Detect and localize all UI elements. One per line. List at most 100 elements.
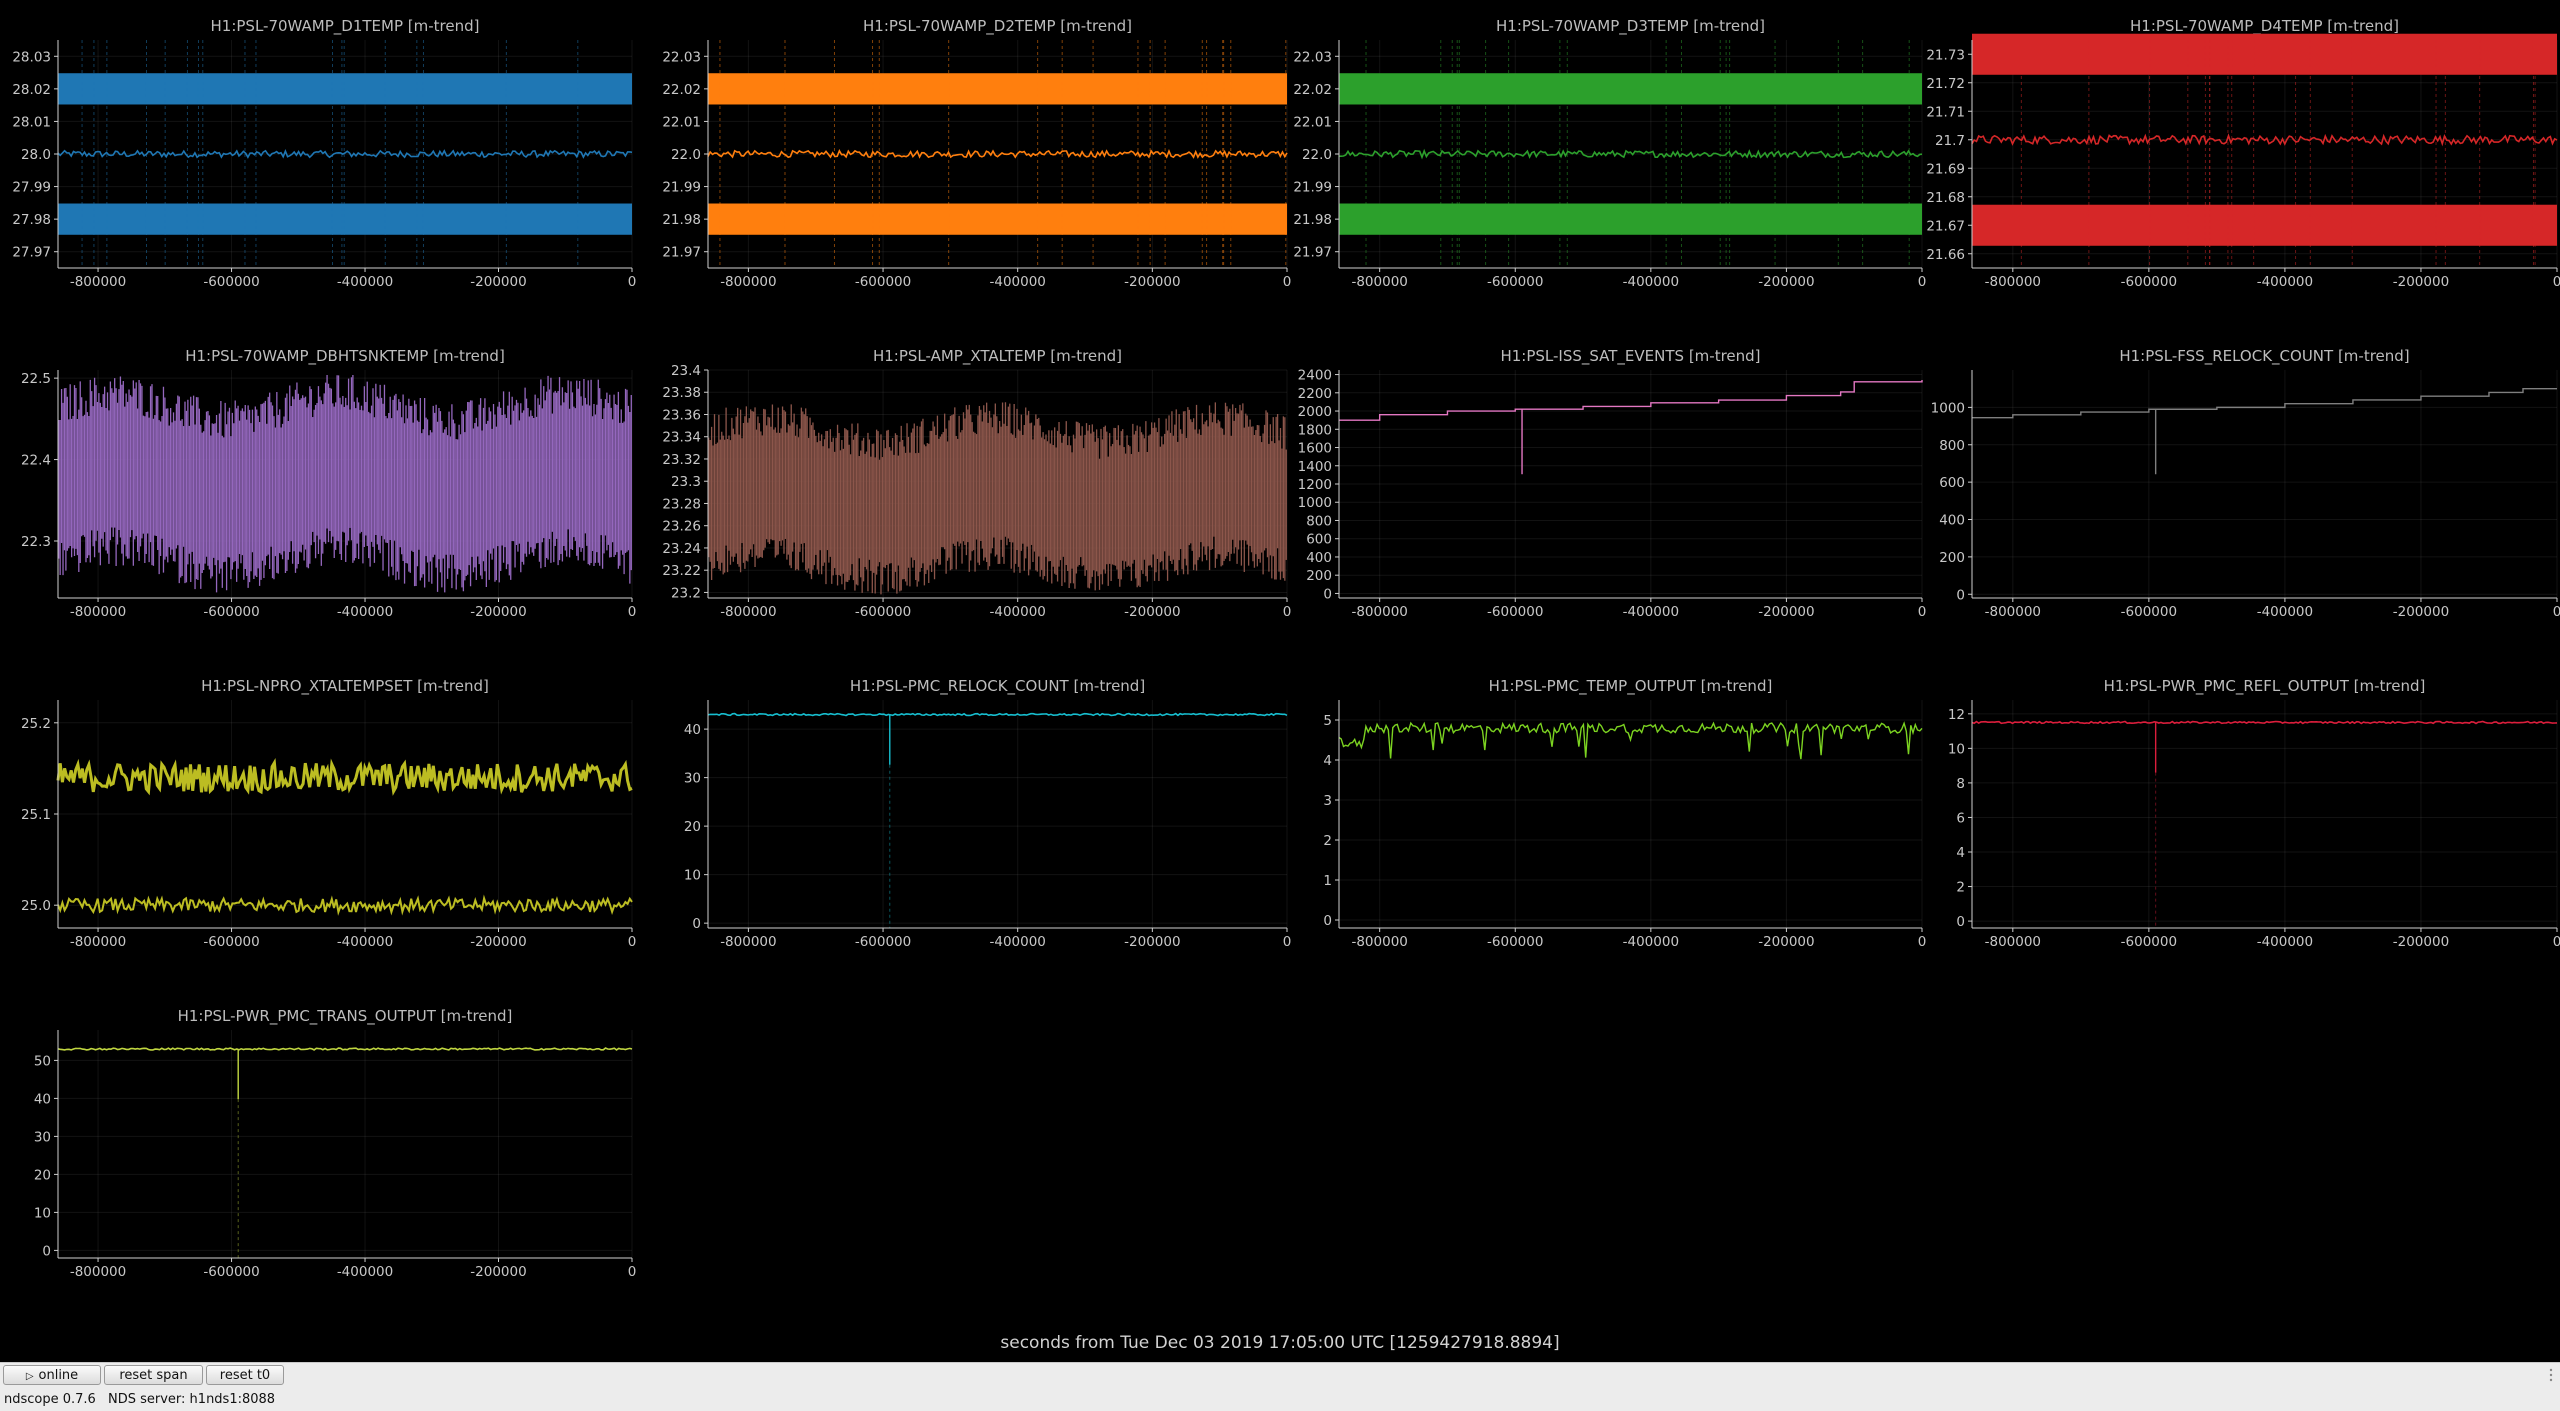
x-tick-label: 0	[628, 604, 637, 620]
plot-area[interactable]	[58, 1030, 632, 1258]
chart-panel[interactable]: H1:PSL-ISS_SAT_EVENTS [m-trend] 0 200 400 60…	[1295, 330, 1930, 648]
online-label: online	[38, 1368, 79, 1383]
y-tick-label: 400	[1306, 550, 1332, 566]
y-tick-label: 22.03	[662, 49, 701, 65]
x-tick-label: -400000	[2257, 274, 2313, 290]
x-tick-label: -400000	[989, 274, 1045, 290]
y-tick-label: 21.98	[1293, 212, 1332, 228]
x-tick-label: 0	[628, 1264, 637, 1280]
y-tick-label: 20	[684, 819, 701, 835]
chart-panel[interactable]: H1:PSL-AMP_XTALTEMP [m-trend] 23.2 23.22 23…	[660, 330, 1295, 648]
chart-panel[interactable]: H1:PSL-70WAMP_D3TEMP [m-trend] 21.97 21.98…	[1293, 0, 1930, 318]
reset-span-button[interactable]: reset span	[104, 1365, 203, 1385]
chart-panel[interactable]: H1:PSL-PWR_PMC_REFL_OUTPUT [m-trend] 0 2 4 6…	[1930, 660, 2560, 978]
plot-area[interactable]	[1972, 700, 2557, 928]
x-tick-label: -200000	[1758, 604, 1814, 620]
online-button[interactable]: ▷ online	[3, 1365, 101, 1385]
x-tick-label: -400000	[337, 604, 393, 620]
y-tick-label: 23.26	[662, 519, 701, 535]
x-tick-label: 0	[1918, 934, 1927, 950]
y-tick-label: 800	[1939, 438, 1965, 454]
chart-panel[interactable]: H1:PSL-70WAMP_D2TEMP [m-trend] 21.97 21.98…	[660, 0, 1295, 318]
y-tick-label: 23.28	[662, 496, 701, 512]
y-tick-label: 21.73	[1926, 47, 1965, 63]
x-tick-label: -600000	[203, 934, 259, 950]
max-band	[1972, 33, 2557, 75]
y-tick-label: 10	[1948, 741, 1965, 757]
y-tick-label: 2	[1956, 880, 1965, 896]
x-tick-label: -400000	[1623, 934, 1679, 950]
chart-title: H1:PSL-70WAMP_DBHTSNKTEMP [m-trend]	[185, 347, 505, 366]
y-tick-label: 27.97	[12, 245, 51, 261]
y-tick-label: 200	[1306, 568, 1332, 584]
y-tick-label: 21.69	[1926, 161, 1965, 177]
x-tick-label: -600000	[1487, 274, 1543, 290]
chart-panel[interactable]: H1:PSL-70WAMP_D4TEMP [m-trend] 21.66 21.67…	[1926, 0, 2560, 318]
y-tick-label: 23.22	[662, 563, 701, 579]
y-tick-label: 30	[684, 771, 701, 787]
plot-area[interactable]	[708, 700, 1287, 928]
y-tick-label: 21.71	[1926, 104, 1965, 120]
y-tick-label: 0	[692, 916, 701, 932]
chart-panel[interactable]: H1:PSL-FSS_RELOCK_COUNT [m-trend] 0 200 400…	[1930, 330, 2560, 648]
y-tick-label: 600	[1939, 475, 1965, 491]
x-tick-label: 0	[1918, 274, 1927, 290]
x-tick-label: -600000	[1487, 604, 1543, 620]
y-tick-label: 23.34	[662, 430, 701, 446]
plot-area[interactable]	[58, 370, 632, 598]
y-tick-label: 4	[1323, 753, 1332, 769]
x-tick-label: -400000	[337, 274, 393, 290]
x-tick-label: -200000	[2393, 274, 2449, 290]
y-tick-label: 23.24	[662, 541, 701, 557]
y-tick-label: 28.02	[12, 82, 51, 98]
x-tick-label: -800000	[70, 604, 126, 620]
x-tick-label: -200000	[470, 1264, 526, 1280]
y-tick-label: 21.99	[662, 180, 701, 196]
x-tick-label: -400000	[337, 934, 393, 950]
y-tick-label: 5	[1323, 713, 1332, 729]
y-tick-label: 28.0	[21, 147, 51, 163]
x-tick-label: -800000	[1985, 934, 2041, 950]
x-tick-label: -800000	[1351, 934, 1407, 950]
y-tick-label: 40	[34, 1091, 51, 1107]
y-tick-label: 21.72	[1926, 76, 1965, 92]
x-tick-label: -400000	[989, 934, 1045, 950]
reset-t0-button[interactable]: reset t0	[206, 1365, 284, 1385]
resize-grip-icon[interactable]	[2546, 1366, 2556, 1384]
x-tick-label: 0	[628, 934, 637, 950]
y-tick-label: 21.66	[1926, 247, 1965, 263]
y-tick-label: 21.99	[1293, 180, 1332, 196]
max-band	[58, 73, 632, 105]
chart-panel[interactable]: H1:PSL-PWR_PMC_TRANS_OUTPUT [m-trend] 0 10…	[5, 990, 640, 1308]
plot-area[interactable]	[1972, 370, 2557, 598]
y-tick-label: 21.7	[1935, 133, 1965, 149]
y-tick-label: 2200	[1298, 386, 1332, 402]
plot-area[interactable]	[708, 370, 1287, 598]
x-tick-label: -400000	[989, 604, 1045, 620]
chart-panel[interactable]: H1:PSL-PMC_TEMP_OUTPUT [m-trend] 0 1 2 3 4 5 -8…	[1295, 660, 1930, 978]
y-tick-label: 0	[42, 1243, 51, 1259]
y-tick-label: 2400	[1298, 368, 1332, 384]
y-tick-label: 22.5	[21, 371, 51, 387]
y-tick-label: 25.2	[21, 716, 51, 732]
y-tick-label: 800	[1306, 513, 1332, 529]
chart-panel[interactable]: H1:PSL-70WAMP_DBHTSNKTEMP [m-trend] 22.3 2…	[5, 330, 640, 648]
y-tick-label: 1	[1323, 873, 1332, 889]
chart-panel[interactable]: H1:PSL-PMC_RELOCK_COUNT [m-trend] 0 10 20 30…	[660, 660, 1295, 978]
y-tick-label: 30	[34, 1129, 51, 1145]
min-band	[58, 203, 632, 235]
x-tick-label: -200000	[1758, 934, 1814, 950]
x-tick-label: -800000	[720, 274, 776, 290]
y-tick-label: 0	[1323, 586, 1332, 602]
chart-panel[interactable]: H1:PSL-70WAMP_D1TEMP [m-trend] 27.97 27.98…	[5, 0, 640, 318]
plot-grid: H1:PSL-70WAMP_D1TEMP [m-trend] 27.97 27.98…	[0, 0, 2560, 1360]
y-tick-label: 10	[684, 868, 701, 884]
x-tick-label: -600000	[1487, 934, 1543, 950]
x-tick-label: 0	[628, 274, 637, 290]
chart-panel[interactable]: H1:PSL-NPRO_XTALTEMPSET [m-trend] 25.0 25.…	[5, 660, 640, 978]
chart-title: H1:PSL-PMC_TEMP_OUTPUT [m-trend]	[1489, 677, 1773, 696]
y-tick-label: 1400	[1298, 459, 1332, 475]
x-tick-label: 0	[2553, 934, 2560, 950]
y-tick-label: 8	[1956, 776, 1965, 792]
chart-title: H1:PSL-70WAMP_D1TEMP [m-trend]	[211, 17, 480, 36]
